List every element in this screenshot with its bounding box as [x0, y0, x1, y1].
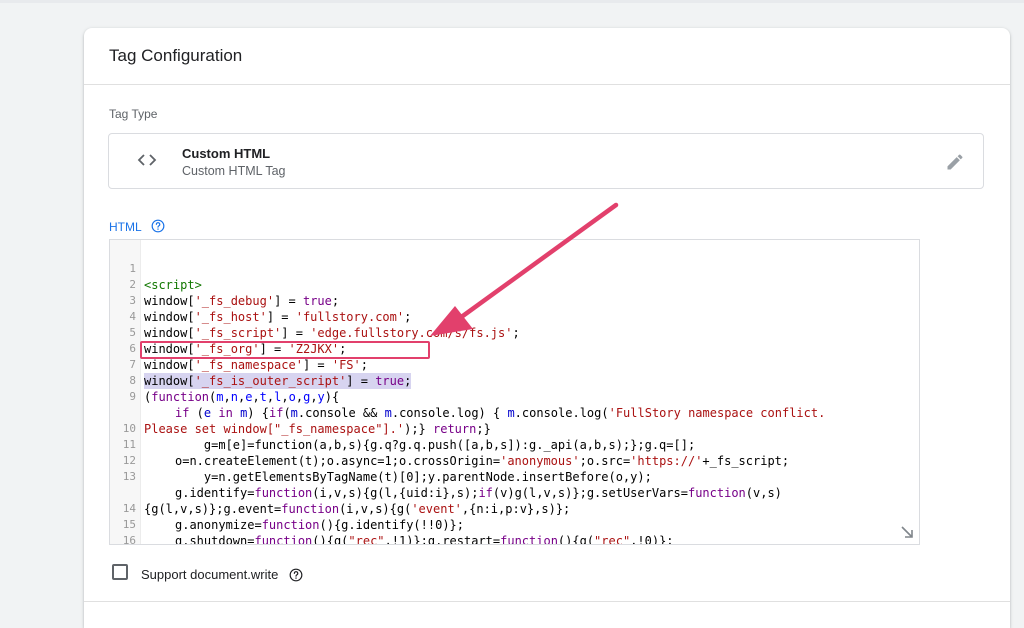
- help-circle-icon[interactable]: [289, 568, 303, 582]
- code-line: 5 window['_fs_org'] = 'Z2JKX';: [129, 326, 347, 356]
- tag-type-name: Custom HTML: [182, 146, 271, 161]
- code-line: 15 g.shutdown=function(){g("rec",!1)};g.…: [122, 518, 674, 545]
- code-line: 4 window['_fs_script'] = 'edge.fullstory…: [129, 310, 520, 340]
- tag-type-card[interactable]: Custom HTML Custom HTML Tag: [108, 133, 984, 189]
- tag-configuration-panel: Tag Configuration Tag Type Custom HTML C…: [84, 28, 1010, 628]
- code-line: 17 g.consent=function(a){g("consent",!ar…: [110, 533, 919, 544]
- code-line: 1 <script>: [129, 262, 202, 292]
- divider: [84, 601, 1010, 602]
- tag-type-label: Tag Type: [109, 107, 158, 121]
- support-document-write-label: Support document.write: [141, 567, 279, 582]
- tag-type-subtitle: Custom HTML Tag: [182, 164, 286, 178]
- pencil-icon[interactable]: [945, 152, 965, 172]
- code-line: 6 window['_fs_namespace'] = 'FS';: [129, 342, 368, 372]
- code-line: 3 window['_fs_host'] = 'fullstory.com';: [129, 294, 412, 324]
- divider: [84, 84, 1010, 85]
- html-code-editor[interactable]: 1 <script> 2 window['_fs_debug'] = true;…: [109, 239, 920, 545]
- code-line: 2 window['_fs_debug'] = true;: [129, 278, 340, 308]
- code-line: 11 o=n.createElement(t);o.async=1;o.cros…: [122, 438, 790, 468]
- html-label: HTML: [109, 220, 142, 234]
- support-document-write-checkbox[interactable]: [112, 564, 128, 580]
- code-line: 9 if (e in m) {if(m.console && m.console…: [129, 390, 826, 420]
- code-line: 16 g.log = function(a,b){g("log",[a,b])}…: [122, 534, 136, 545]
- highlight-box: [140, 341, 430, 359]
- resize-handle-icon[interactable]: [900, 525, 914, 539]
- code-line: 8 (function(m,n,e,t,l,o,g,y){: [129, 374, 340, 404]
- code-brackets-icon: [135, 148, 159, 172]
- code-line: 10 g=m[e]=function(a,b,s){g.q?g.q.push([…: [122, 422, 696, 452]
- code-line: 13 g.identify=function(i,v,s){g(l,{uid:i…: [122, 470, 782, 500]
- code-line: Please set window["_fs_namespace"].');} …: [144, 422, 491, 436]
- code-line: 14 g.anonymize=function(){g.identify(!!0…: [122, 502, 464, 532]
- panel-title: Tag Configuration: [109, 46, 243, 65]
- top-border: [0, 0, 1024, 3]
- help-circle-icon[interactable]: [151, 219, 165, 233]
- code-line: 12 y=n.getElementsByTagName(t)[0];y.pare…: [122, 454, 652, 484]
- code-line: {g(l,v,s)};g.event=function(i,v,s){g('ev…: [144, 502, 571, 516]
